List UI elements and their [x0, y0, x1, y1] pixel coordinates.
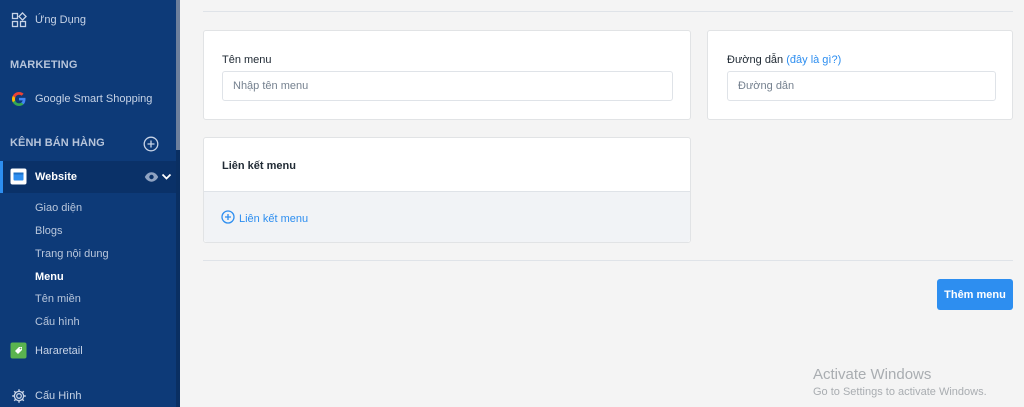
top-divider [203, 11, 1013, 12]
sidebar-scrollbar-thumb[interactable] [176, 0, 180, 150]
sidebar-item-hararetail[interactable]: Hararetail [10, 342, 83, 359]
sidebar-item-google-shopping[interactable]: Google Smart Shopping [10, 90, 152, 107]
google-icon [10, 90, 27, 107]
add-menu-link-label: Liên kết menu [239, 212, 309, 225]
hararetail-icon [10, 342, 27, 359]
bottom-divider [203, 260, 1013, 261]
sidebar-subitem-pages[interactable]: Trang nội dung [35, 248, 109, 260]
sidebar-item-settings[interactable]: Cấu Hình [10, 387, 81, 404]
gear-icon [10, 387, 27, 404]
menu-links-card: Liên kết menu Liên kết menu [203, 137, 691, 243]
sidebar-item-apps[interactable]: Ứng Dụng [10, 11, 86, 28]
sidebar-subitem-domains[interactable]: Tên miền [35, 293, 81, 305]
add-channel-icon[interactable] [143, 136, 159, 155]
sidebar-subitem-menu[interactable]: Menu [35, 271, 64, 283]
path-label: Đường dẫn [727, 54, 784, 66]
sidebar: Ứng Dụng MARKETING Google Smart Shopping… [0, 0, 176, 407]
windows-activation-watermark: Activate Windows Go to Settings to activ… [813, 366, 987, 398]
menu-links-title: Liên kết menu [222, 160, 296, 172]
sidebar-item-label: Google Smart Shopping [35, 92, 153, 105]
menu-name-card: Tên menu [203, 30, 691, 120]
sidebar-item-label: Hararetail [35, 344, 83, 357]
apps-grid-icon [10, 11, 27, 28]
chevron-down-icon[interactable] [161, 172, 172, 185]
eye-icon[interactable] [144, 171, 159, 186]
sidebar-item-label: Ứng Dụng [35, 13, 86, 26]
sidebar-active-indicator [0, 161, 3, 193]
path-help-link[interactable]: (đây là gì?) [786, 54, 841, 66]
watermark-subtitle: Go to Settings to activate Windows. [813, 386, 987, 398]
website-icon [10, 168, 27, 185]
sidebar-item-label: Website [35, 170, 77, 183]
path-label-row: Đường dẫn (đây là gì?) [727, 54, 841, 66]
sidebar-item-label: Cấu Hình [35, 389, 82, 402]
sales-channels-heading: KÊNH BÁN HÀNG [10, 137, 105, 149]
path-input[interactable] [727, 71, 996, 101]
menu-name-label: Tên menu [222, 54, 272, 66]
plus-circle-icon [221, 210, 235, 227]
sidebar-subitem-blogs[interactable]: Blogs [35, 225, 63, 237]
sidebar-subitem-config[interactable]: Cấu hình [35, 316, 80, 328]
menu-links-footer: Liên kết menu [204, 191, 690, 242]
sidebar-subitem-themes[interactable]: Giao diện [35, 202, 82, 214]
sidebar-item-website[interactable]: Website [10, 168, 77, 185]
menu-name-input[interactable] [222, 71, 673, 101]
path-card: Đường dẫn (đây là gì?) [707, 30, 1013, 120]
add-menu-link-button[interactable]: Liên kết menu [221, 210, 308, 227]
marketing-heading: MARKETING [10, 59, 78, 71]
add-menu-button[interactable]: Thêm menu [937, 279, 1013, 310]
watermark-title: Activate Windows [813, 366, 932, 383]
